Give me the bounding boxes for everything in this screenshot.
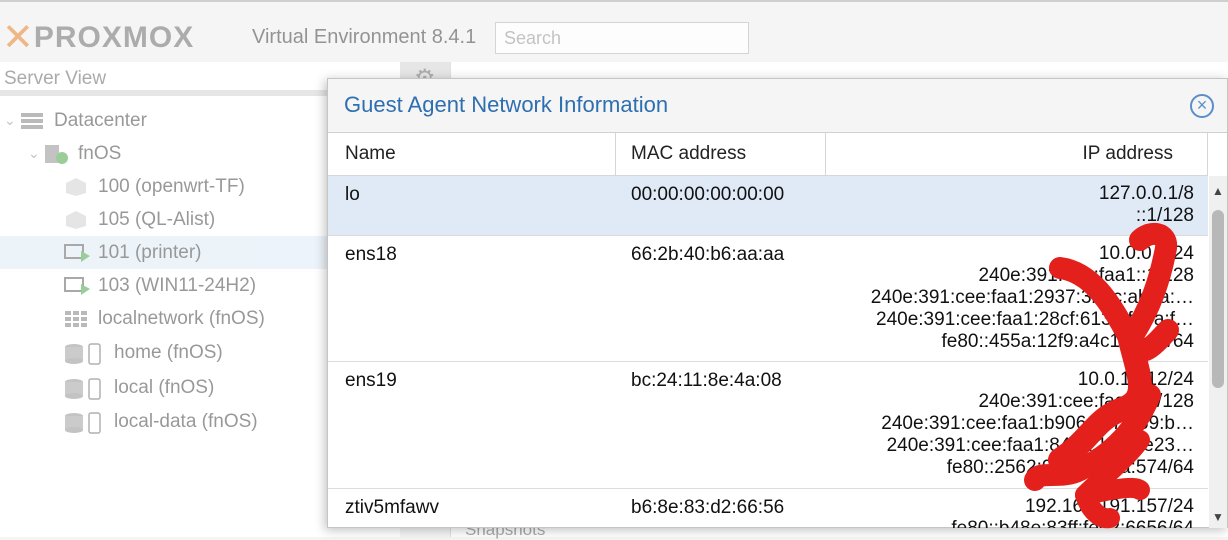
- grid-scrollbar[interactable]: ▲ ▼: [1209, 176, 1227, 528]
- grid-header: Name MAC address IP address: [328, 133, 1208, 176]
- table-row[interactable]: ztiv5mfawv b6:8e:83:d2:66:56 192.168.191…: [328, 489, 1208, 528]
- datacenter-icon: [20, 111, 44, 131]
- tree-item-storage-local-data[interactable]: local-data (fnOS): [64, 405, 258, 438]
- dialog-header: Guest Agent Network Information ×: [328, 79, 1227, 133]
- network-info-dialog: Guest Agent Network Information × Name M…: [327, 78, 1228, 528]
- storage-icon: [64, 342, 104, 365]
- storage-icon: [64, 377, 104, 400]
- tree-item-datacenter[interactable]: ⌄ Datacenter: [4, 104, 147, 137]
- chevron-down-icon: ⌄: [28, 145, 40, 161]
- sdn-grid-icon: [64, 309, 88, 329]
- vm-running-icon: [64, 276, 90, 296]
- ip-list: 127.0.0.1/8 ::1/128: [1098, 183, 1194, 226]
- tree-item-node-fnos[interactable]: ⌄ fnOS: [28, 137, 121, 170]
- interface-grid: lo 00:00:00:00:00:00 127.0.0.1/8 ::1/128…: [328, 176, 1208, 528]
- table-row[interactable]: ens18 66:2b:40:b6:aa:aa 10.0.0.1/24 240e…: [328, 236, 1208, 362]
- column-header-ip[interactable]: IP address: [826, 133, 1208, 175]
- tree-item-vm-103[interactable]: 103 (WIN11-24H2): [64, 269, 256, 302]
- scrollbar-thumb[interactable]: [1212, 210, 1224, 388]
- container-icon: [64, 210, 88, 230]
- proxmox-logo: ✕ PROXMOX: [2, 17, 195, 59]
- chevron-down-icon: ⌄: [4, 112, 16, 128]
- tree-item-ct-100[interactable]: 100 (openwrt-TF): [64, 170, 245, 203]
- container-icon: [64, 177, 88, 197]
- node-icon: [44, 144, 68, 164]
- storage-icon: [64, 411, 104, 434]
- tree-item-storage-local[interactable]: local (fnOS): [64, 371, 214, 404]
- tree-item-sdn-localnetwork[interactable]: localnetwork (fnOS): [64, 302, 265, 335]
- ip-list: 10.0.12.12/24 240e:391:cee:faa2::a/128 2…: [881, 369, 1194, 478]
- search-input[interactable]: [495, 22, 749, 54]
- close-icon[interactable]: ×: [1190, 94, 1214, 118]
- ip-list: 10.0.0.1/24 240e:391:cee:faa1::1/128 240…: [870, 243, 1194, 352]
- scroll-up-icon[interactable]: ▲: [1212, 184, 1224, 198]
- tree-item-ct-105[interactable]: 105 (QL-Alist): [64, 203, 215, 236]
- tree-item-storage-home[interactable]: home (fnOS): [64, 336, 223, 369]
- dialog-title: Guest Agent Network Information: [344, 92, 669, 117]
- ip-list: 192.168.191.157/24 fe80::b48e:83ff:fed2:…: [951, 496, 1194, 528]
- scroll-down-icon[interactable]: ▼: [1212, 510, 1224, 524]
- column-header-name[interactable]: Name: [328, 133, 616, 175]
- table-row[interactable]: ens19 bc:24:11:8e:4a:08 10.0.12.12/24 24…: [328, 362, 1208, 489]
- vm-running-icon: [64, 243, 90, 263]
- column-header-mac[interactable]: MAC address: [616, 133, 826, 175]
- table-row[interactable]: lo 00:00:00:00:00:00 127.0.0.1/8 ::1/128: [328, 176, 1208, 236]
- product-version: Virtual Environment 8.4.1: [252, 26, 477, 48]
